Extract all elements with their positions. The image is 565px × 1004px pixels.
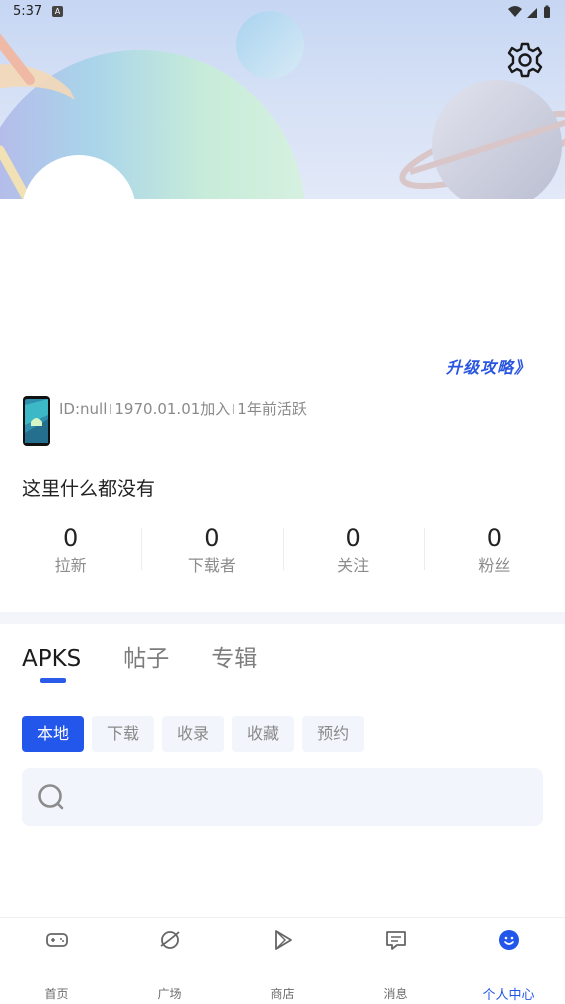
user-meta: ID:null 1970.01.01加入 1年前活跃 (59, 398, 307, 419)
nav-store[interactable]: 商店 (226, 918, 339, 1004)
status-bar: 5:37 A (0, 0, 565, 24)
stat-following[interactable]: 0 关注 (282, 520, 424, 580)
user-bio: 这里什么都没有 (22, 478, 156, 500)
avatar[interactable] (22, 155, 136, 269)
smiley-icon (498, 930, 519, 950)
chip-included[interactable]: 收录 (162, 716, 225, 752)
last-active: 1年前活跃 (237, 400, 307, 418)
nav-profile[interactable]: 个人中心 (452, 918, 565, 1004)
search-input[interactable] (22, 768, 543, 826)
stats-row: 0 拉新 0 下载者 0 关注 0 粉丝 (0, 520, 565, 580)
nav-label: 商店 (270, 987, 295, 1001)
meta-divider (233, 403, 235, 414)
tab-indicator (40, 678, 66, 683)
nav-label: 个人中心 (482, 988, 535, 1003)
play-icon (274, 930, 292, 950)
nav-label: 消息 (383, 987, 408, 1001)
meta-divider (110, 403, 112, 414)
phone-icon (23, 396, 50, 446)
status-time: 5:37 (13, 4, 43, 19)
search-icon (38, 784, 64, 810)
status-icons (508, 5, 550, 18)
chip-downloads[interactable]: 下载 (92, 716, 155, 752)
stat-downloaders[interactable]: 0 下载者 (141, 520, 282, 580)
stat-value: 0 (486, 524, 503, 552)
stat-value: 0 (62, 524, 79, 552)
nav-label: 首页 (44, 987, 69, 1001)
planet-icon (160, 931, 180, 949)
section-divider (0, 612, 565, 624)
stat-label: 拉新 (54, 556, 87, 575)
bottom-nav: 首页 广场 商店 消息 个人中心 (0, 917, 565, 1004)
settings-button[interactable] (505, 40, 545, 80)
filter-chips: 本地 下载 收录 收藏 预约 (22, 716, 372, 752)
tab-posts[interactable]: 帖子 (123, 642, 169, 688)
stat-label: 粉丝 (478, 556, 511, 575)
notification-icon: A (52, 6, 63, 17)
nav-messages[interactable]: 消息 (339, 918, 452, 1004)
stat-value: 0 (204, 524, 220, 552)
stat-value: 0 (345, 524, 361, 552)
nav-square[interactable]: 广场 (113, 918, 226, 1004)
chip-reservations[interactable]: 预约 (302, 716, 365, 752)
nav-label: 广场 (157, 987, 182, 1001)
gear-icon (507, 42, 543, 78)
tab-albums[interactable]: 专辑 (211, 642, 257, 688)
user-id: ID:null (59, 399, 108, 418)
stat-invites[interactable]: 0 拉新 (0, 520, 141, 580)
chip-favorites[interactable]: 收藏 (232, 716, 295, 752)
join-date: 1970.01.01加入 (114, 400, 231, 418)
upgrade-guide-link[interactable]: 升级攻略》 (446, 354, 531, 378)
stat-label: 下载者 (187, 556, 236, 575)
message-icon (385, 931, 406, 950)
gamepad-icon (45, 933, 68, 947)
stat-label: 关注 (337, 556, 370, 575)
nav-home[interactable]: 首页 (0, 918, 113, 1004)
stat-followers[interactable]: 0 粉丝 (423, 520, 565, 580)
chip-local[interactable]: 本地 (22, 716, 85, 752)
